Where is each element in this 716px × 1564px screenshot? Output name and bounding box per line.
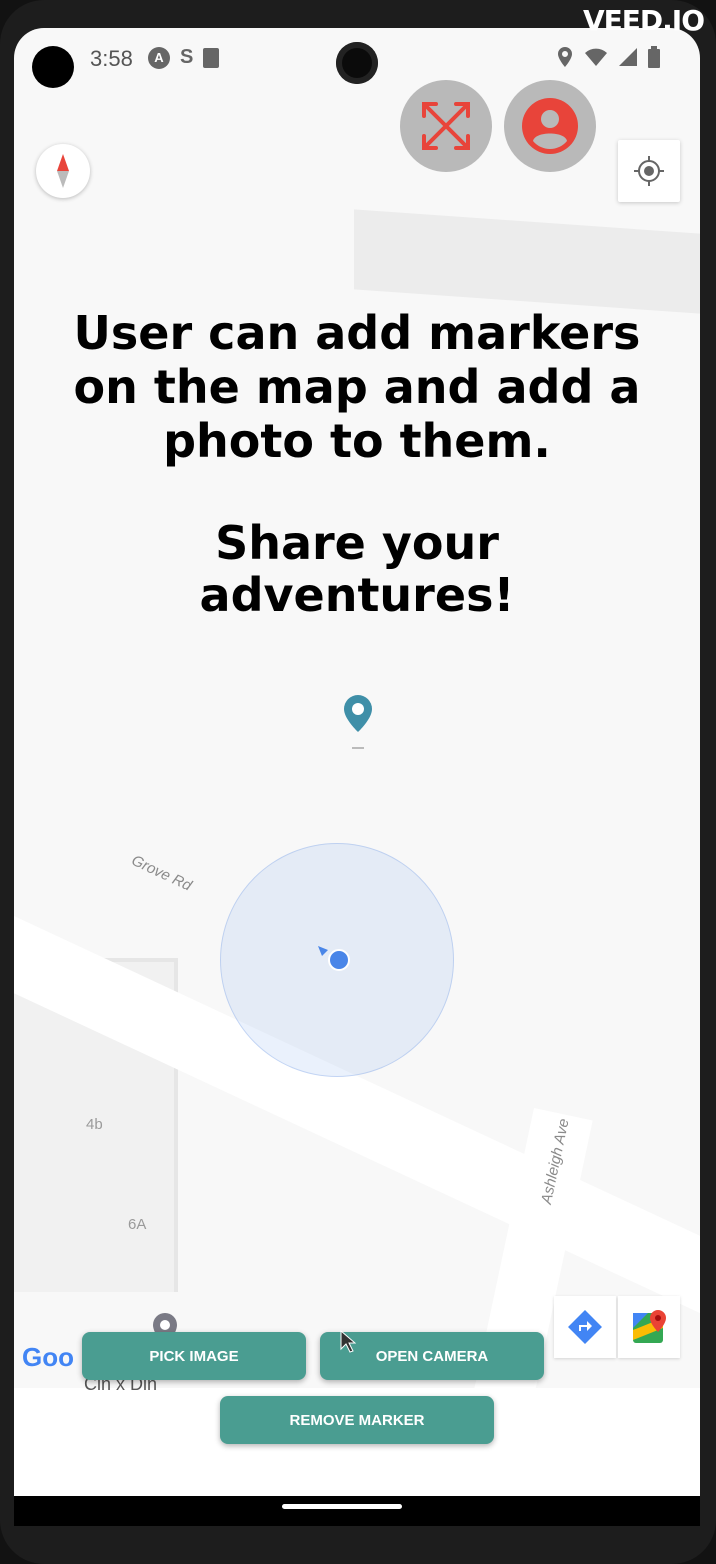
caption-line: photo to them. [163,414,551,468]
a-icon: A [148,46,170,69]
road-label: Grove Rd [128,852,195,895]
google-logo: Goo [22,1342,74,1372]
remove-marker-button[interactable]: REMOVE MARKER [220,1396,494,1444]
crossed-arrows-icon [422,102,470,150]
watermark: VEED.IO [582,4,705,37]
location-icon [558,47,572,67]
battery-icon [648,46,660,68]
map-marker-icon[interactable] [342,694,374,750]
building-label: 4b [86,1116,103,1133]
caption-line: on the map and add a [73,360,641,414]
status-icons-right [556,46,660,68]
compass-icon [57,154,69,188]
current-location-dot [328,949,350,971]
heading-icon [318,946,328,956]
status-icons-left: A S [148,46,220,69]
compass-button[interactable] [36,144,90,198]
mouse-cursor-icon [340,1330,356,1353]
s-icon: S [180,46,194,68]
nav-bar [14,1496,700,1526]
my-location-button[interactable] [618,140,680,202]
directions-button[interactable] [554,1296,616,1358]
center-camera [336,42,378,84]
app-screen: 3:58 A S User can add markers on the map… [14,28,700,1496]
status-bar: 3:58 A S [14,28,700,94]
profile-fab[interactable] [504,80,596,172]
home-indicator[interactable] [282,1504,402,1509]
crosshair-icon [634,156,664,186]
map-building [354,209,700,315]
building-label: 6A [128,1216,147,1233]
wifi-icon [585,48,607,66]
account-icon [522,98,578,154]
sdcard-icon [203,47,220,68]
caption-line: Share your [215,516,499,570]
caption-line: User can add markers [73,306,641,360]
directions-icon [568,1310,602,1344]
adventure-fab[interactable] [400,80,492,172]
open-in-maps-button[interactable] [618,1296,680,1358]
status-time: 3:58 [90,46,133,71]
pick-image-button[interactable]: PICK IMAGE [82,1332,306,1380]
caption-line: adventures! [199,568,515,622]
signal-icon [619,48,637,66]
google-maps-icon [633,1310,666,1343]
front-camera [32,46,74,88]
